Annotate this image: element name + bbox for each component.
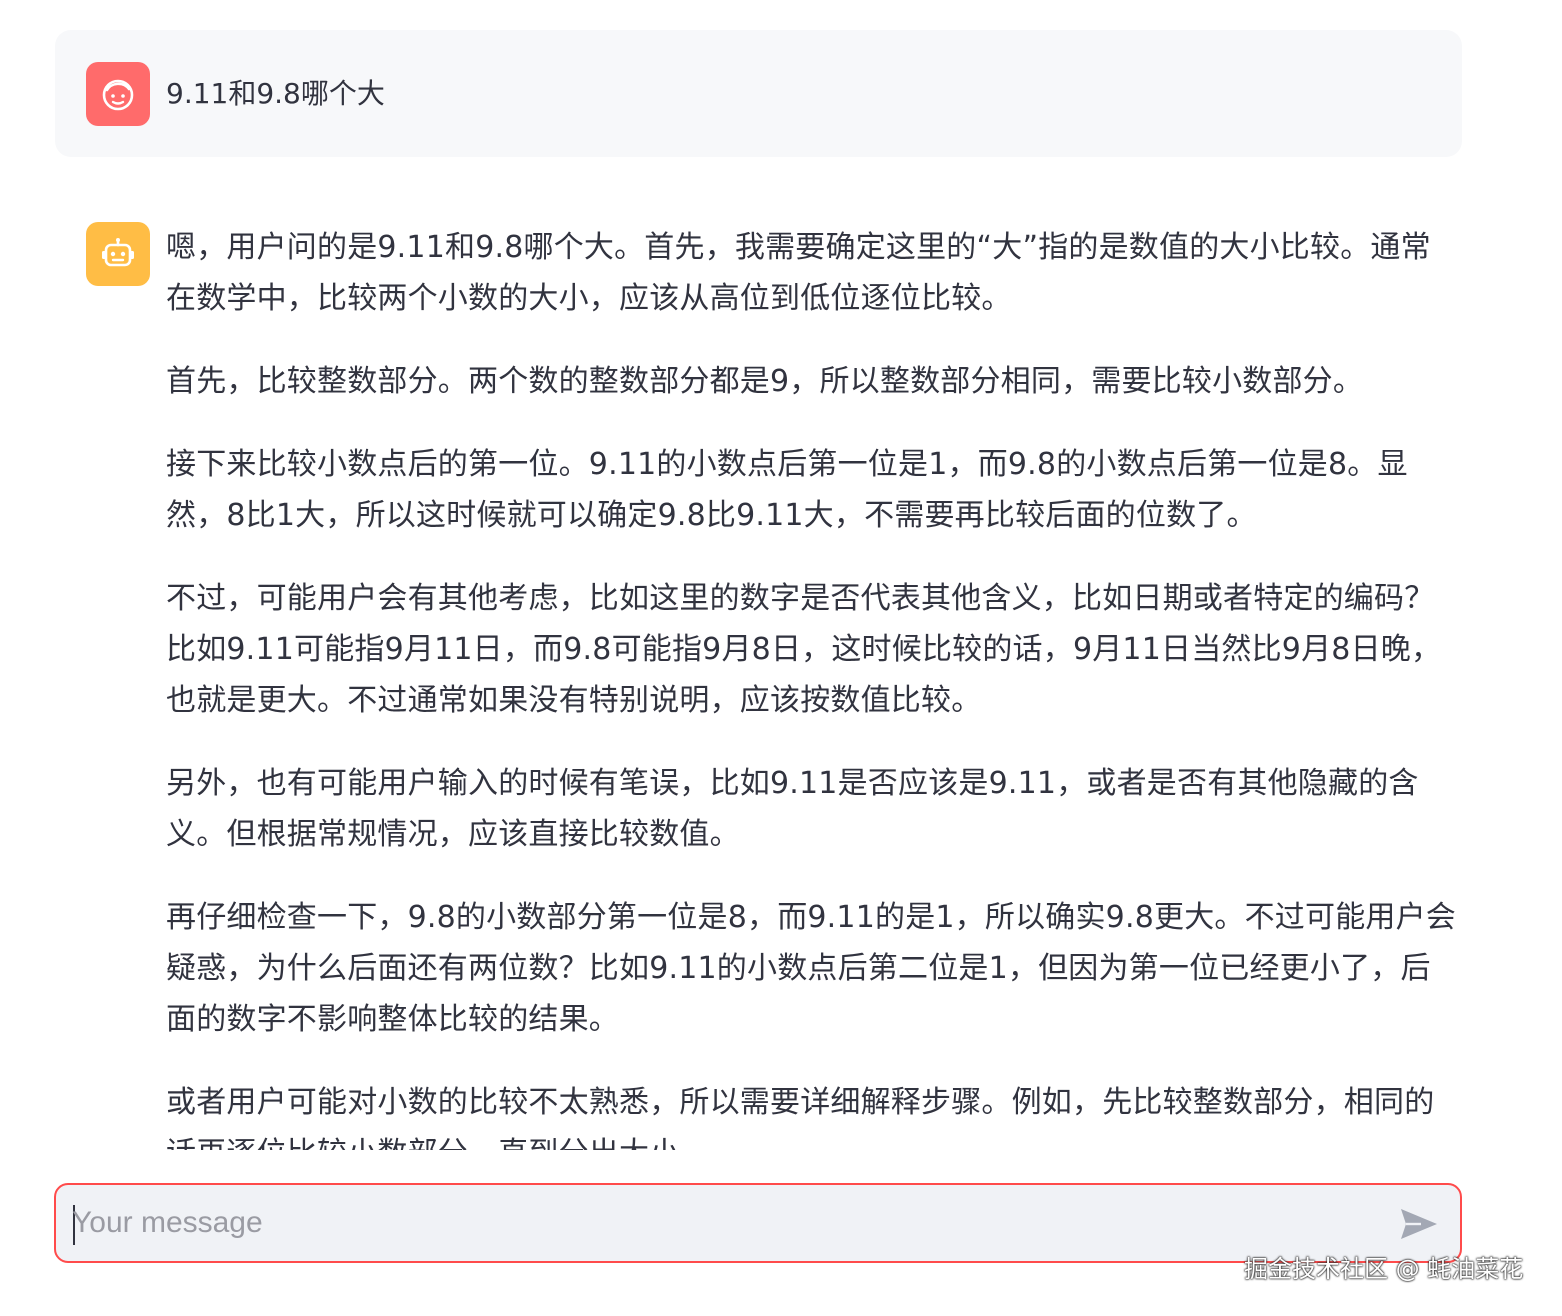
smiley-face-icon — [102, 79, 134, 111]
assistant-paragraph: 另外，也有可能用户输入的时候有笔误，比如9.11是否应该是9.11，或者是否有其… — [166, 766, 1419, 852]
user-message-text: 9.11和9.8哪个大 — [166, 77, 385, 110]
assistant-message: 嗯，用户问的是9.11和9.8哪个大。首先，我需要确定这里的“大”指的是数值的大… — [166, 222, 1460, 1150]
user-avatar — [86, 62, 150, 126]
send-button[interactable] — [1398, 1203, 1440, 1245]
assistant-paragraph: 或者用户可能对小数的比较不太熟悉，所以需要详细解释步骤。例如，先比较整数部分，相… — [166, 1085, 1435, 1150]
chat-page: 9.11和9.8哪个大 嗯，用户问的是9.11和9.8哪个大。首先，我需要确定这… — [0, 0, 1562, 1316]
send-arrow-icon — [1401, 1209, 1437, 1239]
robot-icon — [102, 238, 134, 267]
assistant-avatar — [86, 222, 150, 286]
message-input[interactable] — [72, 1185, 1382, 1261]
assistant-paragraph: 接下来比较小数点后的第一位。9.11的小数点后第一位是1，而9.8的小数点后第一… — [166, 447, 1408, 533]
assistant-paragraph: 首先，比较整数部分。两个数的整数部分都是9，所以整数部分相同，需要比较小数部分。 — [166, 364, 1364, 399]
chat-input-box[interactable] — [54, 1183, 1462, 1263]
assistant-paragraph: 不过，可能用户会有其他考虑，比如这里的数字是否代表其他含义，比如日期或者特定的编… — [166, 581, 1442, 718]
watermark: 掘金技术社区 @ 蚝油菜花 — [1244, 1255, 1524, 1283]
assistant-paragraph: 嗯，用户问的是9.11和9.8哪个大。首先，我需要确定这里的“大”指的是数值的大… — [166, 230, 1431, 316]
user-message: 9.11和9.8哪个大 — [55, 30, 1462, 157]
assistant-paragraph: 再仔细检查一下，9.8的小数部分第一位是8，而9.11的是1，所以确实9.8更大… — [166, 900, 1456, 1037]
